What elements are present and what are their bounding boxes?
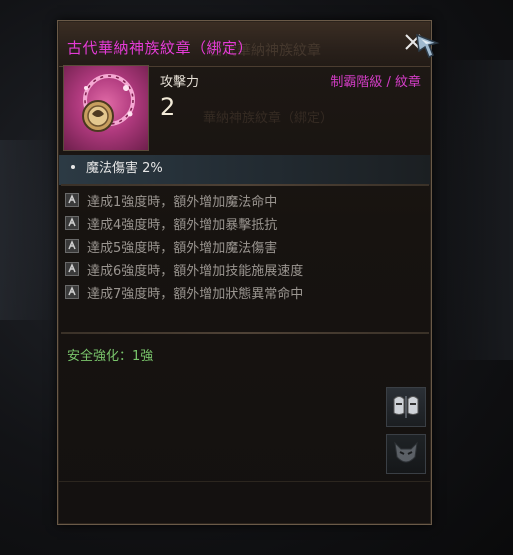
enhance-level-icon (65, 193, 79, 207)
divider (61, 332, 429, 334)
demon-mask-icon (394, 441, 418, 463)
enhance-bonus-text: 達成7強度時，額外增加狀態異常命中 (87, 286, 304, 302)
enhance-bonus-text: 達成4強度時，額外增加暴擊抵抗 (87, 217, 278, 233)
attack-value: 2 (160, 93, 176, 121)
enhance-bonus-row: 達成4強度時，額外增加暴擊抵抗 (65, 214, 278, 233)
bullet-icon (71, 165, 75, 169)
item-tooltip: 古代華納神族紋章 古代華納神族紋章（綁定） 攻擊力 2 制霸階級 / 紋章 華納… (57, 20, 440, 525)
appearance-button[interactable] (386, 434, 426, 474)
enhance-bonus-text: 達成6強度時，額外增加技能施展速度 (87, 263, 304, 279)
enhance-bonus-row: 達成5強度時，額外增加魔法傷害 (65, 237, 278, 256)
attack-label: 攻擊力 (160, 75, 200, 90)
safe-enhancement: 安全強化：1強 (67, 349, 154, 364)
enhance-level-icon (65, 262, 79, 276)
background-blur-left (0, 140, 60, 320)
enhance-bonus-text: 達成1強度時，額外增加魔法命中 (87, 194, 278, 210)
enhance-bonus-row: 達成1強度時，額外增加魔法命中 (65, 191, 278, 210)
enhance-level-icon (65, 285, 79, 299)
tooltip-title-bar: 古代華納神族紋章 古代華納神族紋章（綁定） (59, 22, 430, 67)
cursor-arrow-icon (416, 33, 440, 59)
enhance-level-icon (65, 239, 79, 253)
compare-masks-icon (393, 396, 419, 418)
item-title: 古代華納神族紋章（綁定） (67, 39, 254, 57)
tooltip-footer (59, 481, 430, 522)
enhance-level-icon (65, 216, 79, 230)
main-stat: 魔法傷害 2% (86, 161, 163, 176)
emblem-icon (82, 74, 135, 132)
divider (61, 184, 429, 186)
item-grade: 制霸階級 / 紋章 (330, 75, 421, 90)
enhance-bonus-row: 達成7強度時，額外增加狀態異常命中 (65, 283, 304, 302)
background-blur-right (440, 60, 513, 360)
ghost-overlay-text: 華納神族紋章（綁定） (203, 111, 334, 126)
enhance-bonus-text: 達成5強度時，額外增加魔法傷害 (87, 240, 278, 256)
compare-button[interactable] (386, 387, 426, 427)
item-icon-emblem (63, 65, 149, 151)
game-screen: 古代華納神族紋章 古代華納神族紋章（綁定） 攻擊力 2 制霸階級 / 紋章 華納… (0, 0, 513, 555)
enhance-bonus-row: 達成6強度時，額外增加技能施展速度 (65, 260, 304, 279)
